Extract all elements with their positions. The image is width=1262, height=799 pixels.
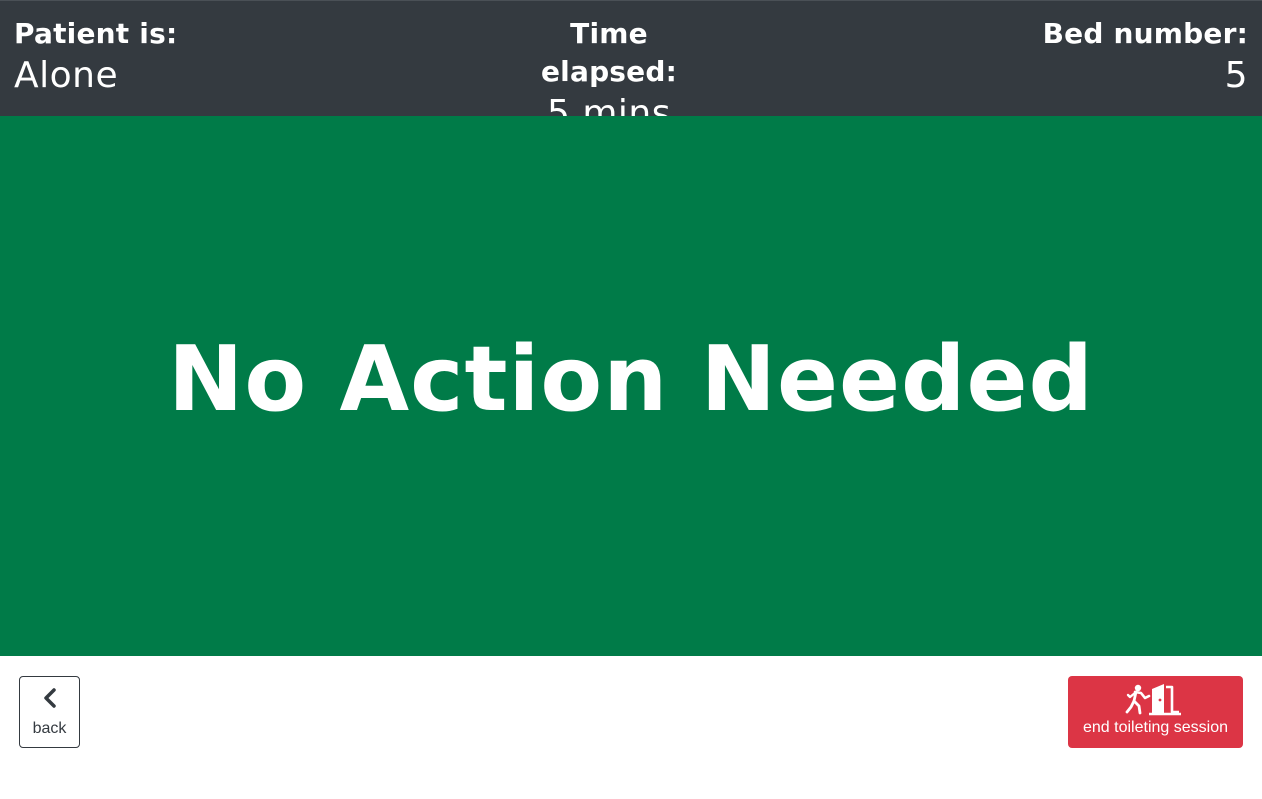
patient-status-info: Patient is: Alone: [14, 15, 177, 99]
time-elapsed-label: Time elapsed:: [540, 17, 678, 88]
status-panel: No Action Needed: [0, 116, 1262, 656]
chevron-left-icon: [44, 688, 56, 708]
patient-status-value: Alone: [14, 55, 119, 96]
back-button[interactable]: back: [19, 676, 80, 748]
status-header: Patient is: Alone Time elapsed: 5 mins B…: [0, 0, 1262, 134]
end-toileting-session-button[interactable]: end toileting session: [1068, 676, 1243, 748]
person-exit-door-icon: [1125, 684, 1181, 716]
end-session-button-label: end toileting session: [1083, 719, 1228, 736]
bed-number-value: 5: [1224, 55, 1248, 96]
back-button-label: back: [32, 720, 67, 737]
status-message: No Action Needed: [168, 326, 1094, 432]
bed-number-info: Bed number: 5: [1043, 15, 1248, 99]
patient-status-label: Patient is:: [14, 17, 178, 50]
bed-number-label: Bed number:: [1042, 17, 1248, 50]
